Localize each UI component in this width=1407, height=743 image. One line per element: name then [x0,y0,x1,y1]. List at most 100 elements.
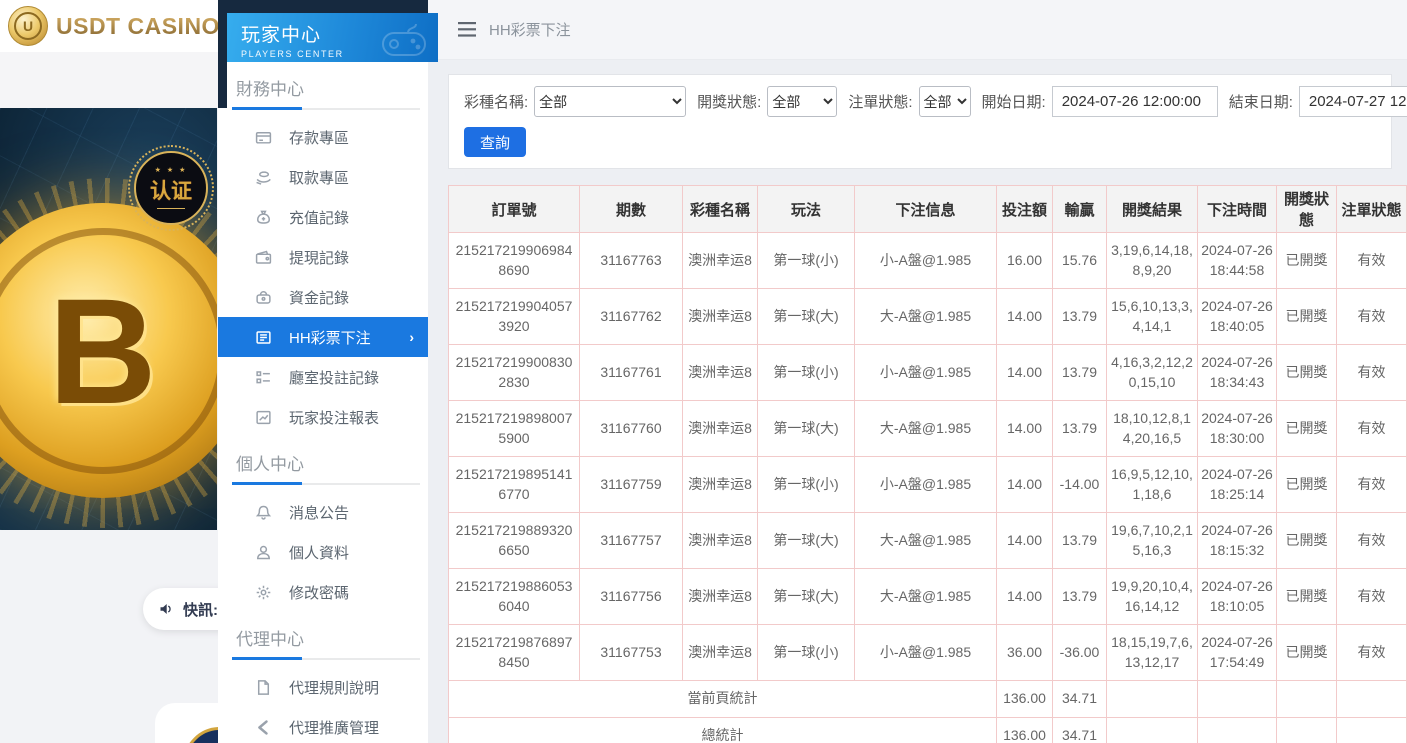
cell-order_no: 2152172198951416770 [449,457,580,513]
sidebar-item-announcements[interactable]: 消息公告 [218,492,428,532]
cell-bet_info: 小-A盤@1.985 [855,625,997,681]
sidebar-item-profile[interactable]: 個人資料 [218,532,428,572]
cell-bet_amount: 16.00 [997,233,1053,289]
sidebar-item-withdraw-zone[interactable]: 取款專區 [218,157,428,197]
lottery-name-label: 彩種名稱: [464,91,528,112]
sidebar-item-recharge-records[interactable]: 充值記錄 [218,197,428,237]
cell-play: 第一球(小) [758,457,855,513]
summary-bet_time [1198,718,1277,743]
cell-draw_status: 已開獎 [1277,401,1337,457]
cell-order_no: 2152172198768978450 [449,625,580,681]
cell-draw_status: 已開獎 [1277,233,1337,289]
cell-period: 31167760 [580,401,683,457]
cell-period: 31167757 [580,513,683,569]
checklist-icon [255,368,273,386]
cell-order_no: 2152172199069848690 [449,233,580,289]
cell-bet_info: 小-A盤@1.985 [855,233,997,289]
cell-bet_info: 大-A盤@1.985 [855,569,997,625]
sidebar-item-hh-lottery-bets[interactable]: HH彩票下注› [218,317,428,357]
book-icon [255,328,273,346]
cell-bet_info: 大-A盤@1.985 [855,513,997,569]
sidebar-item-label: 存款專區 [289,127,349,148]
summary-row: 總統計136.0034.71 [449,718,1407,743]
lottery-name-select[interactable]: 全部 [534,86,686,117]
cell-play: 第一球(小) [758,345,855,401]
column-header-bet_info: 下注信息 [855,186,997,233]
cell-lottery: 澳洲幸运8 [683,289,758,345]
cell-order_status: 有效 [1337,345,1407,401]
summary-draw_status [1277,718,1337,743]
sidebar: 玩家中心 PLAYERS CENTER 財務中心存款專區取款專區充值記錄提現記錄… [218,0,428,743]
start-date-input[interactable] [1052,86,1218,117]
sidebar-item-label: 代理規則說明 [289,677,379,698]
cell-draw_result: 3,19,6,14,18,8,9,20 [1107,233,1198,289]
cell-order_status: 有效 [1337,233,1407,289]
summary-win_loss: 34.71 [1053,681,1107,718]
cell-draw_status: 已開獎 [1277,289,1337,345]
bell-icon [255,503,273,521]
cell-bet_time: 2024-07-26 18:34:43 [1198,345,1277,401]
filter-panel: 彩種名稱: 全部 開獎狀態: 全部 注單狀態: 全部 開始日期: [448,74,1392,169]
section-title: 個人中心 [218,437,428,483]
usdt-coin-icon: U [8,6,48,46]
doc-icon [255,678,273,696]
floating-service-widget[interactable] [155,703,218,743]
search-button[interactable]: 查詢 [464,127,526,157]
cell-win_loss: 13.79 [1053,569,1107,625]
section-title: 代理中心 [218,612,428,658]
order-status-select[interactable]: 全部 [919,86,971,117]
site-logo[interactable]: U USDT CASINO [0,0,218,52]
sidebar-item-player-bet-report[interactable]: 玩家投注報表 [218,397,428,437]
cell-bet_amount: 14.00 [997,457,1053,513]
promo-banner: B ★ ★ ★ 认证 [0,108,217,530]
cell-bet_time: 2024-07-26 18:30:00 [1198,401,1277,457]
cell-order_status: 有效 [1337,569,1407,625]
sidebar-item-label: 消息公告 [289,502,349,523]
bets-table-wrap: 訂單號期數彩種名稱玩法下注信息投注額輸贏開獎結果下注時間開獎狀態注單狀態2152… [448,185,1406,743]
table-row: 215217219886053604031167756澳洲幸运8第一球(大)大-… [449,569,1407,625]
cell-bet_amount: 14.00 [997,345,1053,401]
main-area: HH彩票下注 彩種名稱: 全部 開獎狀態: 全部 注單狀態: 全部 [428,0,1407,743]
column-header-bet_amount: 投注額 [997,186,1053,233]
sidebar-item-label: 提現記錄 [289,247,349,268]
sidebar-item-room-bet-records[interactable]: 廳室投註記錄 [218,357,428,397]
cell-lottery: 澳洲幸运8 [683,569,758,625]
sidebar-item-funds-records[interactable]: 資金記錄 [218,277,428,317]
sidebar-item-change-password[interactable]: 修改密碼 [218,572,428,612]
sidebar-item-deposit-zone[interactable]: 存款專區 [218,117,428,157]
sidebar-item-agent-rules[interactable]: 代理規則說明 [218,667,428,707]
draw-status-label: 開獎狀態: [697,91,761,112]
cell-period: 31167761 [580,345,683,401]
cell-win_loss: -36.00 [1053,625,1107,681]
cell-win_loss: 13.79 [1053,513,1107,569]
bitcoin-symbol: B [48,276,156,426]
table-row: 215217219876897845031167753澳洲幸运8第一球(小)小-… [449,625,1407,681]
sidebar-item-agent-promotion[interactable]: 代理推廣管理 [218,707,428,743]
coin-letter: U [14,12,42,40]
sidebar-top-strip [218,0,438,13]
cell-bet_amount: 36.00 [997,625,1053,681]
news-ticker[interactable]: 快訊: [143,588,218,630]
cell-win_loss: 13.79 [1053,289,1107,345]
end-date-input[interactable] [1299,86,1407,117]
cell-bet_amount: 14.00 [997,569,1053,625]
column-header-period: 期數 [580,186,683,233]
menu-toggle-icon[interactable] [458,22,476,37]
cell-bet_time: 2024-07-26 18:25:14 [1198,457,1277,513]
summary-draw_result [1107,681,1198,718]
chart-icon [255,408,273,426]
cell-lottery: 澳洲幸运8 [683,345,758,401]
summary-label: 總統計 [449,718,997,743]
cell-order_status: 有效 [1337,625,1407,681]
summary-draw_result [1107,718,1198,743]
logo-text: USDT CASINO [56,13,218,40]
cell-lottery: 澳洲幸运8 [683,401,758,457]
cell-play: 第一球(大) [758,289,855,345]
cell-lottery: 澳洲幸运8 [683,513,758,569]
summary-order_status [1337,681,1407,718]
cell-lottery: 澳洲幸运8 [683,233,758,289]
share-icon [255,718,273,736]
draw-status-select[interactable]: 全部 [767,86,837,117]
cell-bet_amount: 14.00 [997,401,1053,457]
sidebar-item-withdraw-records[interactable]: 提現記錄 [218,237,428,277]
